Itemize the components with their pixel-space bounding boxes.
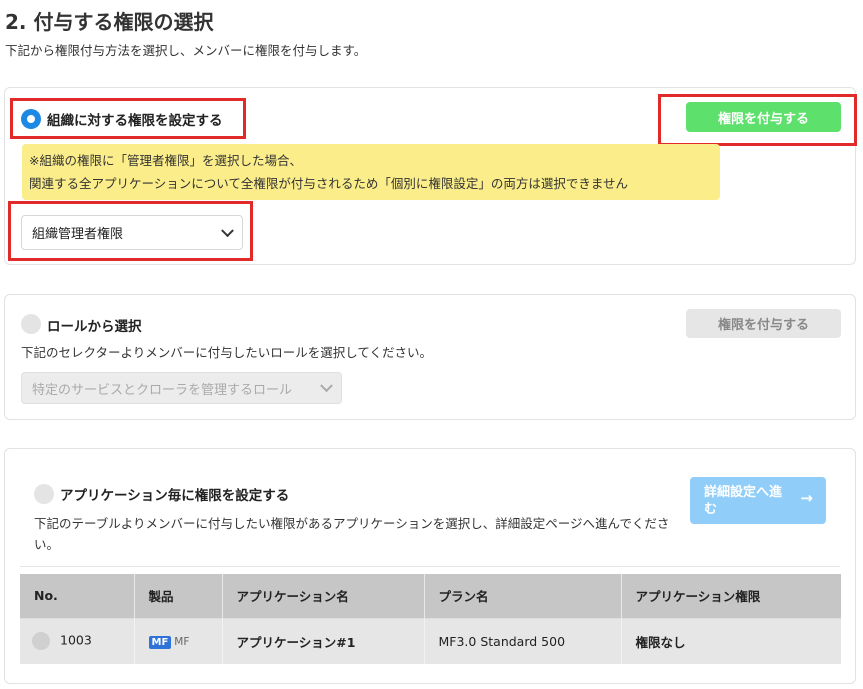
detail-button-label: 詳細設定へ進む xyxy=(704,484,783,517)
header-product: 製品 xyxy=(134,574,223,618)
header-app-name: アプリケーション名 xyxy=(222,574,425,618)
header-plan: プラン名 xyxy=(424,574,622,618)
app-radio[interactable] xyxy=(34,484,54,504)
role-radio[interactable] xyxy=(21,314,41,334)
warning-line-1: ※組織の権限に「管理者権限」を選択した場合、 xyxy=(29,153,302,168)
detail-settings-button[interactable]: 詳細設定へ進む → xyxy=(690,477,826,524)
role-select[interactable]: 特定のサービスとクローラを管理するロール xyxy=(21,372,342,404)
cell-product: MF MF xyxy=(134,617,223,664)
chevron-down-icon xyxy=(320,379,333,393)
warning-line-2: 関連する全アプリケーションについて全権限が付与されるため「個別に権限設定」の両方… xyxy=(29,176,629,191)
org-label-highlight xyxy=(10,98,246,139)
section-divider xyxy=(20,566,840,567)
table-header-row: No. 製品 アプリケーション名 プラン名 アプリケーション権限 xyxy=(20,574,841,618)
role-select-placeholder: 特定のサービスとクローラを管理するロール xyxy=(32,382,293,398)
app-label: アプリケーション毎に権限を設定する xyxy=(60,488,290,504)
table-row[interactable]: 1003 MF MF アプリケーション#1 MF3.0 Standard 500 … xyxy=(20,617,841,664)
cell-no: 1003 xyxy=(20,617,135,664)
page-subtitle: 下記から権限付与方法を選択し、メンバーに権限を付与します。 xyxy=(5,43,367,58)
select-highlight xyxy=(8,201,253,261)
header-app-permission: アプリケーション権限 xyxy=(621,574,841,618)
cell-app-name: アプリケーション#1 xyxy=(222,617,425,664)
arrow-right-icon: → xyxy=(800,489,813,507)
cell-plan: MF3.0 Standard 500 xyxy=(424,617,622,664)
grant-button-highlight xyxy=(658,94,857,146)
app-description: 下記のテーブルよりメンバーに付与したい権限があるアプリケーションを選択し、詳細設… xyxy=(34,516,670,552)
page-title: 2. 付与する権限の選択 xyxy=(5,10,214,34)
role-label: ロールから選択 xyxy=(47,319,142,335)
header-no: No. xyxy=(20,574,135,618)
mf-logo-icon: MF xyxy=(148,635,172,649)
product-text: MF xyxy=(174,636,190,649)
application-table: No. 製品 アプリケーション名 プラン名 アプリケーション権限 1003 MF… xyxy=(20,574,841,664)
row-radio[interactable] xyxy=(32,632,50,651)
role-grant-button[interactable]: 権限を付与する xyxy=(686,309,841,338)
role-description: 下記のセレクターよりメンバーに付与したいロールを選択してください。 xyxy=(21,345,433,360)
row-no: 1003 xyxy=(60,632,92,648)
org-warning-box: ※組織の権限に「管理者権限」を選択した場合、 関連する全アプリケーションについて… xyxy=(22,144,720,200)
cell-permission: 権限なし xyxy=(621,617,841,664)
